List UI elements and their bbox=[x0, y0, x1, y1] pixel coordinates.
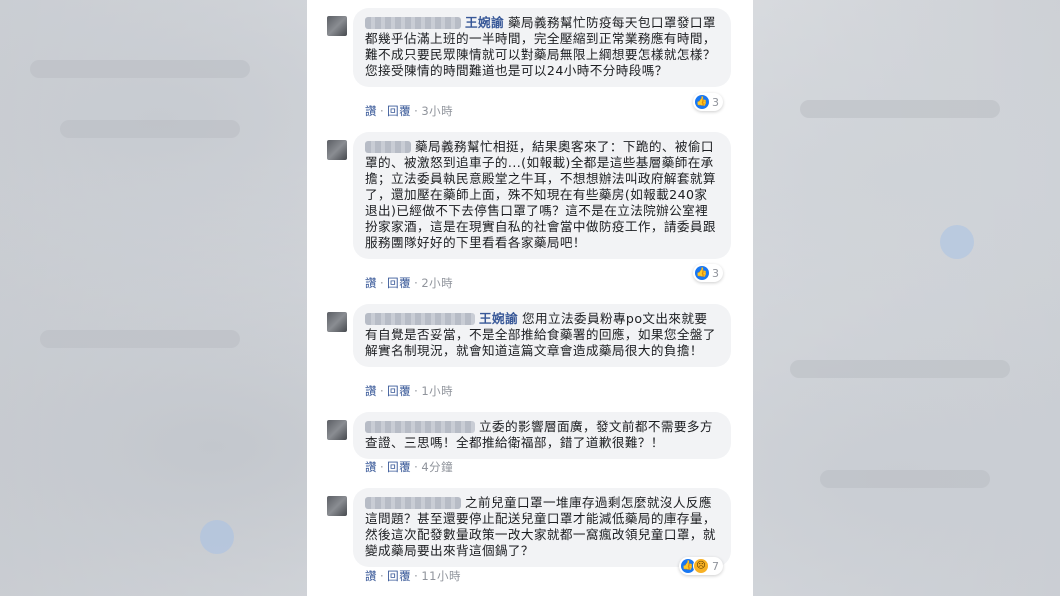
reaction-count: 3 bbox=[712, 266, 719, 280]
avatar[interactable] bbox=[327, 16, 347, 36]
like-link[interactable]: 讚 bbox=[365, 569, 377, 583]
like-link[interactable]: 讚 bbox=[365, 104, 377, 118]
like-link[interactable]: 讚 bbox=[365, 460, 377, 474]
avatar[interactable] bbox=[327, 420, 347, 440]
background-blur-dot bbox=[940, 225, 974, 259]
reaction-badge[interactable]: 👍 ☹ 7 bbox=[679, 557, 723, 575]
background-smear bbox=[30, 60, 250, 78]
sad-icon: ☹ bbox=[693, 558, 709, 574]
avatar[interactable] bbox=[327, 140, 347, 160]
comments-panel: 王婉諭 藥局義務幫忙防疫每天包口罩發口罩都幾乎佔滿上班的一半時間，完全壓縮到正常業… bbox=[307, 0, 753, 596]
background-smear bbox=[800, 100, 1000, 118]
background-smear bbox=[40, 330, 240, 348]
timestamp[interactable]: 4分鐘 bbox=[421, 460, 453, 474]
blurred-author-name[interactable] bbox=[365, 420, 475, 433]
background-smear bbox=[60, 120, 240, 138]
avatar[interactable] bbox=[327, 496, 347, 516]
timestamp[interactable]: 3小時 bbox=[421, 104, 453, 118]
like-link[interactable]: 讚 bbox=[365, 276, 377, 290]
reaction-count: 3 bbox=[712, 95, 719, 109]
blurred-author-name[interactable] bbox=[365, 16, 461, 29]
comment-bubble: 立委的影響層面廣，發文前都不需要多方查證、三思嗎！全都推給衛福部，錯了道歉很難？… bbox=[353, 412, 731, 459]
comment-actions: 讚 · 回覆 · 11小時 bbox=[365, 569, 461, 583]
background-smear bbox=[790, 360, 1010, 378]
reaction-badge[interactable]: 👍 3 bbox=[693, 93, 723, 111]
like-link[interactable]: 讚 bbox=[365, 384, 377, 398]
comment-actions: 讚 · 回覆 · 3小時 bbox=[365, 104, 454, 118]
mentioned-author[interactable]: 王婉諭 bbox=[479, 311, 518, 326]
mentioned-author[interactable]: 王婉諭 bbox=[465, 15, 504, 30]
reaction-badge[interactable]: 👍 3 bbox=[693, 264, 723, 282]
timestamp[interactable]: 2小時 bbox=[421, 276, 453, 290]
comment-bubble: 藥局義務幫忙相挺，結果奧客來了：下跪的、被偷口罩的、被激怒到追車子的...(如報… bbox=[353, 132, 731, 259]
comment-text: 藥局義務幫忙相挺，結果奧客來了：下跪的、被偷口罩的、被激怒到追車子的...(如報… bbox=[365, 139, 716, 250]
blurred-author-name[interactable] bbox=[365, 312, 475, 325]
reply-link[interactable]: 回覆 bbox=[387, 104, 411, 118]
comment-bubble: 之前兒童口罩一堆庫存過剩怎麼就沒人反應這問題？甚至還要停止配送兒童口罩才能減低藥… bbox=[353, 488, 731, 567]
background-smear bbox=[820, 470, 990, 488]
reaction-count: 7 bbox=[712, 559, 719, 573]
reply-link[interactable]: 回覆 bbox=[387, 276, 411, 290]
comment-bubble: 王婉諭 藥局義務幫忙防疫每天包口罩發口罩都幾乎佔滿上班的一半時間，完全壓縮到正常業… bbox=[353, 8, 731, 87]
reply-link[interactable]: 回覆 bbox=[387, 569, 411, 583]
reply-link[interactable]: 回覆 bbox=[387, 460, 411, 474]
timestamp[interactable]: 11小時 bbox=[421, 569, 461, 583]
comment-actions: 讚 · 回覆 · 2小時 bbox=[365, 276, 454, 290]
comment-actions: 讚 · 回覆 · 4分鐘 bbox=[365, 460, 454, 474]
background-blur-dot bbox=[200, 520, 234, 554]
timestamp[interactable]: 1小時 bbox=[421, 384, 453, 398]
comment-actions: 讚 · 回覆 · 1小時 bbox=[365, 384, 454, 398]
reply-link[interactable]: 回覆 bbox=[387, 384, 411, 398]
avatar[interactable] bbox=[327, 312, 347, 332]
like-icon: 👍 bbox=[695, 95, 709, 109]
comment-bubble: 王婉諭 您用立法委員粉專po文出來就要有自覺是否妥當，不是全部推給食藥署的回應，如… bbox=[353, 304, 731, 367]
like-icon: 👍 bbox=[695, 266, 709, 280]
blurred-author-name[interactable] bbox=[365, 140, 411, 153]
blurred-author-name[interactable] bbox=[365, 496, 461, 509]
